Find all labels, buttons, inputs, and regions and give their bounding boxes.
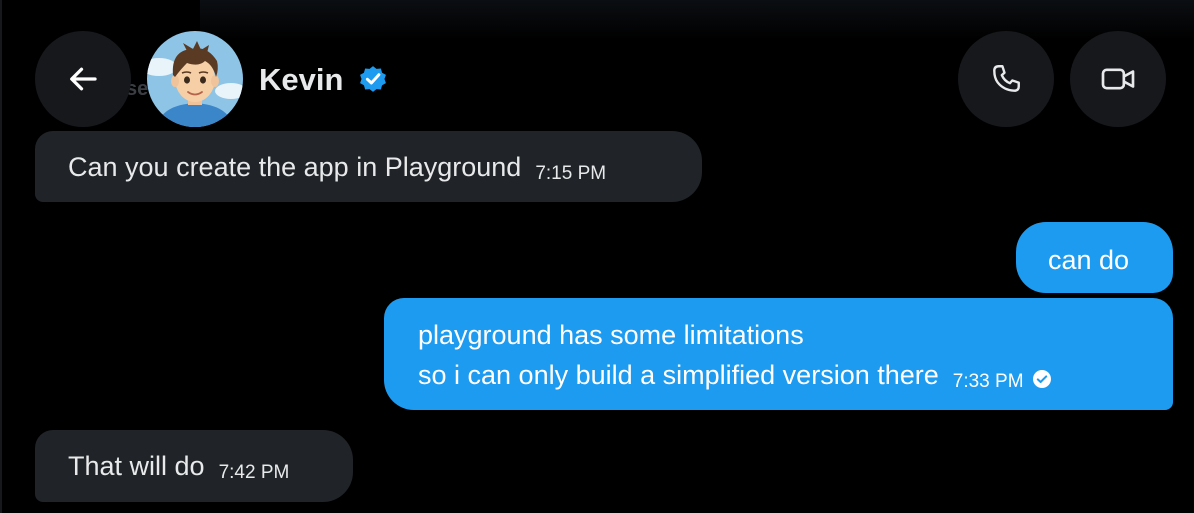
video-camera-icon [1101,68,1135,90]
verified-badge-icon [360,66,386,92]
dm-conversation-screen: se Kevin Can you create the app in Playg… [0,0,1194,513]
message-bubble-received[interactable]: Can you create the app in Playground 7:15… [35,131,702,202]
message-text-line: so i can only build a simplified version… [418,355,1173,402]
avatar-image [147,31,243,127]
phone-icon [993,65,1020,92]
message-text: That will do [68,451,205,481]
video-call-button[interactable] [1070,31,1166,127]
message-text: Can you create the app in Playground [68,152,522,182]
left-edge-divider [0,0,2,513]
read-check-icon [1032,370,1051,388]
arrow-left-icon [70,67,97,91]
message-text: can do [1048,245,1130,275]
message-text: so i can only build a simplified version… [418,360,939,390]
top-shade [200,0,1194,40]
message-timestamp: 7:15 PM [535,163,607,184]
message-bubble-sent[interactable]: playground has some limitations so i can… [384,298,1173,410]
message-text-line: playground has some limitations [418,320,804,350]
message-bubble-sent[interactable]: can do [1016,222,1173,293]
back-button[interactable] [35,31,131,127]
message-bubble-received[interactable]: That will do 7:42 PM [35,430,353,502]
message-timestamp: 7:33 PM [952,371,1024,392]
contact-name[interactable]: Kevin [259,60,343,100]
voice-call-button[interactable] [958,31,1054,127]
message-timestamp: 7:42 PM [218,462,290,483]
contact-avatar[interactable] [147,31,243,127]
